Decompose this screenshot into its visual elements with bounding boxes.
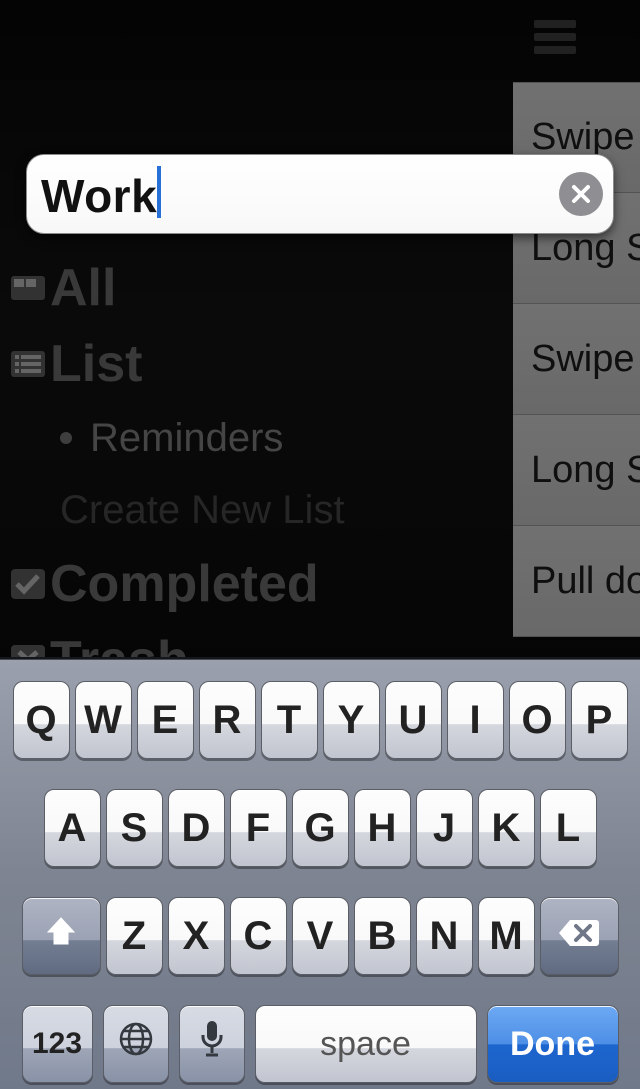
key-letter[interactable]: H [354, 789, 411, 867]
sidebar-item-all[interactable]: All [0, 250, 510, 326]
globe-icon [118, 1021, 154, 1067]
space-key[interactable]: space [255, 1005, 477, 1083]
task-row[interactable]: Long S [513, 415, 640, 526]
key-letter[interactable]: G [292, 789, 349, 867]
key-letter[interactable]: B [354, 897, 411, 975]
mic-icon [200, 1019, 224, 1069]
key-letter[interactable]: I [447, 681, 504, 759]
sidebar-nav: All List Reminders Create New List Compl… [0, 250, 510, 660]
key-letter[interactable]: Y [323, 681, 380, 759]
text-caret [157, 166, 161, 218]
shift-icon [44, 914, 78, 958]
sidebar-item-label: List [50, 334, 142, 394]
grid-icon [6, 276, 50, 300]
checkbox-icon [6, 569, 50, 599]
key-letter[interactable]: D [168, 789, 225, 867]
key-letter[interactable]: T [261, 681, 318, 759]
key-letter[interactable]: R [199, 681, 256, 759]
list-name-value: Work [41, 166, 559, 223]
sidebar-item-label: Reminders [90, 416, 283, 461]
sidebar-item-reminders[interactable]: Reminders [0, 402, 510, 474]
sidebar-item-label: All [50, 258, 116, 318]
sidebar-item-trash[interactable]: Trash [0, 622, 510, 660]
clear-text-button[interactable] [559, 172, 603, 216]
key-letter[interactable]: V [292, 897, 349, 975]
backspace-icon [558, 915, 600, 958]
key-letter[interactable]: S [106, 789, 163, 867]
ios-keyboard: Q W E R T Y U I O P A S D F G H J K L Z … [0, 657, 640, 1089]
backspace-key[interactable] [540, 897, 619, 975]
key-letter[interactable]: W [75, 681, 132, 759]
sidebar-item-completed[interactable]: Completed [0, 546, 510, 622]
globe-key[interactable] [103, 1005, 169, 1083]
task-row[interactable]: Swipe l [513, 304, 640, 415]
task-row[interactable]: Pull do [513, 526, 640, 637]
shift-key[interactable] [22, 897, 101, 975]
key-letter[interactable]: Q [13, 681, 70, 759]
key-letter[interactable]: K [478, 789, 535, 867]
key-letter[interactable]: M [478, 897, 535, 975]
key-letter[interactable]: Z [106, 897, 163, 975]
key-letter[interactable]: P [571, 681, 628, 759]
key-letter[interactable]: E [137, 681, 194, 759]
bullet-icon [60, 432, 90, 444]
list-name-input[interactable]: Work [26, 154, 614, 234]
sidebar-item-label: Completed [50, 554, 319, 614]
key-letter[interactable]: O [509, 681, 566, 759]
key-letter[interactable]: U [385, 681, 442, 759]
key-letter[interactable]: X [168, 897, 225, 975]
key-letter[interactable]: F [230, 789, 287, 867]
app-background: Swipe l Long S Swipe l Long S Pull do Al… [0, 0, 640, 660]
menu-button[interactable] [534, 20, 576, 54]
dictation-key[interactable] [179, 1005, 245, 1083]
numbers-key[interactable]: 123 [22, 1005, 93, 1083]
key-letter[interactable]: L [540, 789, 597, 867]
keyboard-row: Z X C V B N M [0, 897, 640, 975]
keyboard-row: 123 space Done [0, 1005, 640, 1083]
done-key[interactable]: Done [487, 1005, 619, 1083]
list-icon [6, 351, 50, 377]
sidebar-item-list[interactable]: List [0, 326, 510, 402]
sidebar-item-create-new-list[interactable]: Create New List [0, 474, 510, 546]
sidebar-item-label: Create New List [60, 488, 345, 533]
keyboard-row: Q W E R T Y U I O P [0, 681, 640, 759]
keyboard-row: A S D F G H J K L [0, 789, 640, 867]
key-letter[interactable]: C [230, 897, 287, 975]
key-letter[interactable]: N [416, 897, 473, 975]
key-letter[interactable]: A [44, 789, 101, 867]
sidebar-item-label: Trash [50, 630, 189, 660]
key-letter[interactable]: J [416, 789, 473, 867]
